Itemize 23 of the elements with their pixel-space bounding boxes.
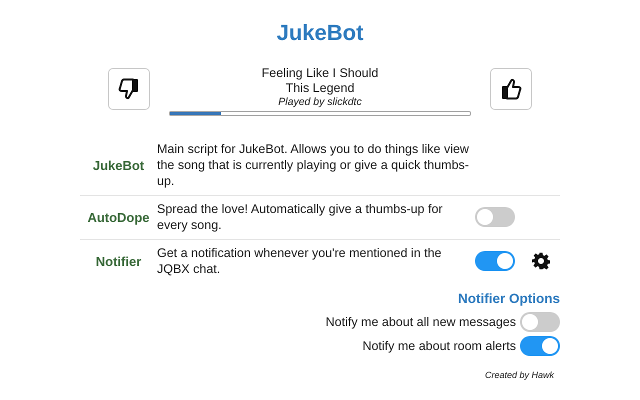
thumbs-down-button[interactable] [108,68,150,110]
toggle-switch[interactable] [475,251,515,271]
options-heading: Notifier Options [458,291,560,306]
option-label: Notify me about all new messages [326,315,516,329]
footer-credit: Created by Hawk [484,370,554,380]
settings-icon[interactable] [532,252,550,270]
script-description: Main script for JukeBot. Allows you to do things like view the song that is currently playing or give a quick thumbs-up. [157,141,469,189]
script-name: Notifier [96,254,142,268]
option-label: Notify me about room alerts [362,339,516,353]
thumbs-down-icon [118,77,140,101]
song-title: Feeling Like I Should [262,66,378,81]
toggle-switch[interactable] [475,207,515,227]
thumbs-up-icon [500,77,522,101]
toggle-switch[interactable] [520,312,560,332]
app-title: JukeBot [276,19,364,47]
artist-name: This Legend [286,81,354,96]
script-description: Spread the love! Automatically give a thumbs-up for every song. [157,201,444,233]
script-name: JukeBot [92,158,144,172]
played-by-text: Played by slickdtc [278,96,362,109]
script-name: AutoDope [87,210,150,224]
toggle-switch[interactable] [520,336,560,356]
thumbs-up-button[interactable] [490,68,532,110]
script-description: Get a notification whenever you're mentioned in the JQBX chat. [157,245,443,277]
